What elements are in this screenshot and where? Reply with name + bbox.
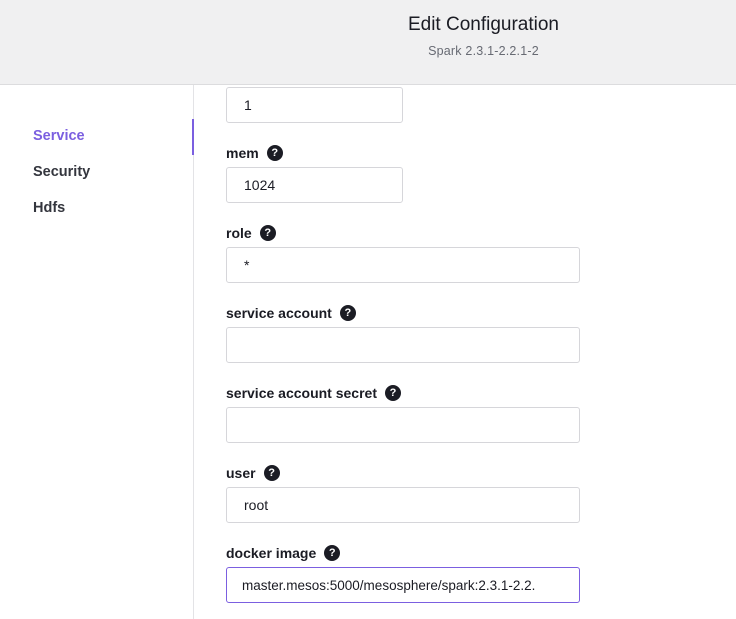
help-icon[interactable]: ? <box>384 385 401 401</box>
service-account-label: service account ? <box>226 305 356 321</box>
user-label: user ? <box>226 465 280 481</box>
service-account-secret-label-text: service account secret <box>226 385 377 401</box>
role-label-text: role <box>226 225 252 241</box>
page-subtitle: Spark 2.3.1-2.2.1-2 <box>428 44 539 58</box>
role-label: role ? <box>226 225 276 241</box>
mem-label: mem ? <box>226 145 283 161</box>
service-account-secret-label: service account secret ? <box>226 385 401 401</box>
docker-image-input[interactable] <box>226 567 580 603</box>
mem-label-text: mem <box>226 145 259 161</box>
help-icon[interactable]: ? <box>259 225 276 241</box>
role-input[interactable] <box>226 247 580 283</box>
help-icon[interactable]: ? <box>263 465 280 481</box>
cpus-input[interactable] <box>226 87 403 123</box>
docker-image-label-text: docker image <box>226 545 317 561</box>
sidebar <box>0 85 194 619</box>
help-icon[interactable]: ? <box>266 145 283 161</box>
sidebar-active-indicator <box>192 119 194 155</box>
mem-input[interactable] <box>226 167 403 203</box>
service-account-secret-input[interactable] <box>226 407 580 443</box>
user-label-text: user <box>226 465 256 481</box>
help-icon[interactable]: ? <box>339 305 356 321</box>
service-account-label-text: service account <box>226 305 332 321</box>
docker-image-label: docker image ? <box>226 545 341 561</box>
sidebar-item-service[interactable]: Service <box>33 128 85 144</box>
help-icon[interactable]: ? <box>324 545 341 561</box>
service-account-input[interactable] <box>226 327 580 363</box>
sidebar-item-hdfs[interactable]: Hdfs <box>33 200 65 216</box>
user-input[interactable] <box>226 487 580 523</box>
modal-header: Edit Configuration Spark 2.3.1-2.2.1-2 <box>0 0 736 85</box>
sidebar-item-security[interactable]: Security <box>33 164 90 180</box>
page-title: Edit Configuration <box>407 14 560 35</box>
